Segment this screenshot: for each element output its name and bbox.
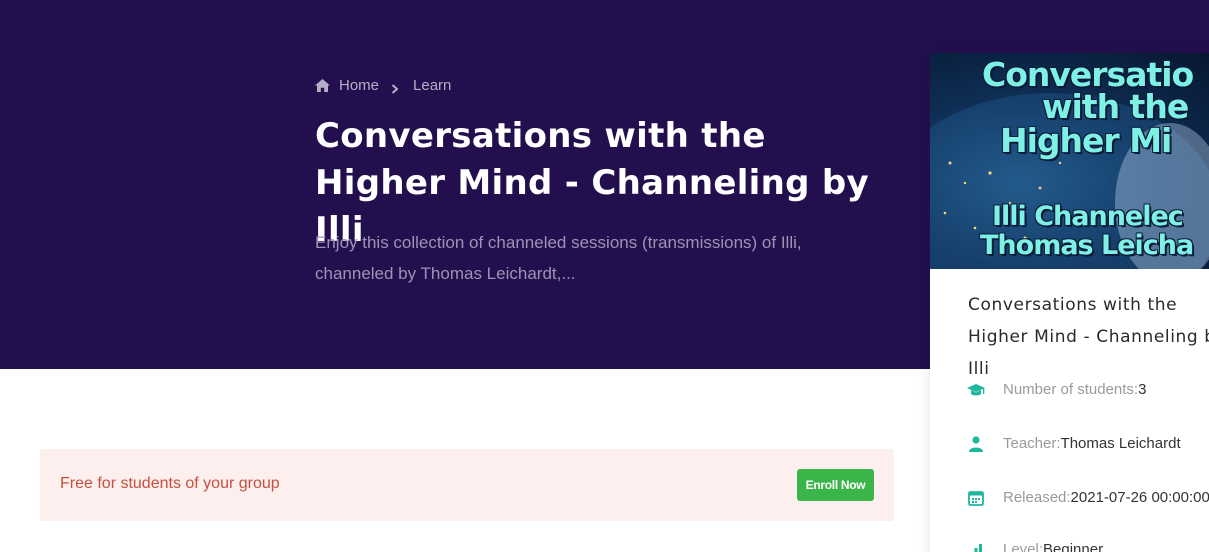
meta-students: Number of students: 3 bbox=[967, 381, 1146, 398]
meta-value: Beginner bbox=[1043, 541, 1104, 552]
meta-value: 3 bbox=[1138, 381, 1147, 398]
chevron-right-icon bbox=[391, 81, 399, 94]
meta-label: Number of students: bbox=[1003, 381, 1139, 398]
breadcrumb: Home Learn bbox=[315, 77, 451, 94]
meta-label: Teacher: bbox=[1003, 435, 1061, 452]
calendar-icon bbox=[967, 490, 985, 506]
page-description: Enjoy this collection of channeled sessi… bbox=[315, 233, 802, 283]
thumbnail-text-line: Higher Mi bbox=[1000, 121, 1172, 160]
breadcrumb-home-link[interactable]: Home bbox=[315, 77, 379, 94]
meta-label: Released: bbox=[1003, 489, 1071, 506]
thumbnail-text-line: Illi Channelec bbox=[992, 201, 1184, 232]
enroll-now-button[interactable]: Enroll Now bbox=[797, 469, 874, 501]
breadcrumb-current: Learn bbox=[413, 77, 452, 94]
notice-text: Free for students of your group bbox=[60, 475, 280, 492]
course-info-card: Conversatio with the Higher Mi Illi Chan… bbox=[930, 53, 1209, 552]
enroll-notice: Free for students of your group Enroll N… bbox=[40, 449, 894, 521]
thumbnail-text-line: Thomas Leicha bbox=[980, 230, 1194, 261]
graduation-cap-icon bbox=[967, 382, 985, 398]
meta-label: Level: bbox=[1003, 541, 1044, 552]
home-icon bbox=[315, 79, 330, 92]
meta-teacher: Teacher: Thomas Leichardt bbox=[967, 435, 1181, 452]
meta-level: Level: Beginner bbox=[967, 541, 1103, 552]
meta-value: Thomas Leichardt bbox=[1060, 435, 1181, 452]
meta-value: 2021-07-26 00:00:00 bbox=[1070, 489, 1209, 506]
user-icon bbox=[967, 435, 985, 452]
breadcrumb-home-label: Home bbox=[339, 77, 380, 94]
bar-chart-icon bbox=[967, 542, 985, 552]
meta-released: Released: 2021-07-26 00:00:00 bbox=[967, 489, 1209, 506]
card-course-title: Conversations with the Higher Mind - Cha… bbox=[968, 295, 1209, 379]
course-thumbnail[interactable]: Conversatio with the Higher Mi Illi Chan… bbox=[930, 53, 1209, 269]
